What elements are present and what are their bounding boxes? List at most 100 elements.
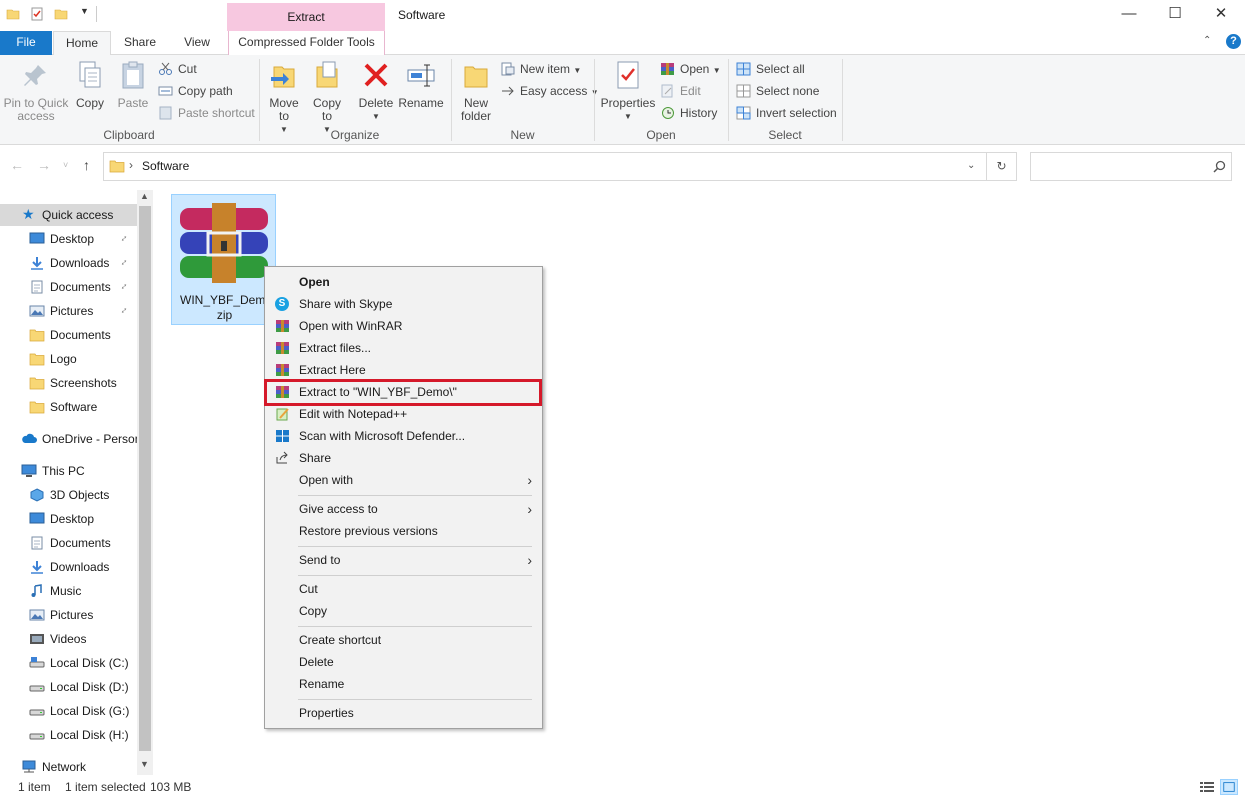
open-button[interactable]: Open ▼ xyxy=(660,59,721,79)
menu-delete[interactable]: Delete xyxy=(265,651,542,673)
nav-item-documents[interactable]: Documents xyxy=(0,324,138,346)
paste-button[interactable]: Paste xyxy=(114,59,152,110)
scroll-up-chevron-icon[interactable]: ▲ xyxy=(140,191,149,201)
nav-network[interactable]: Network xyxy=(0,756,138,775)
delete-button[interactable]: Delete ▼ xyxy=(356,59,396,123)
nav-scrollbar[interactable]: ▲ ▼ xyxy=(137,190,153,775)
nav-item-screenshots[interactable]: Screenshots xyxy=(0,372,138,394)
menu-copy[interactable]: Copy xyxy=(265,600,542,622)
copy-path-button[interactable]: Copy path xyxy=(158,81,233,101)
new-folder-icon[interactable] xyxy=(54,7,68,21)
nav-item-documents[interactable]: Documents ↕ xyxy=(0,276,138,298)
menu-extract-files[interactable]: Extract files... xyxy=(265,337,542,359)
nav-item-label: Logo xyxy=(50,352,77,366)
select-none-button[interactable]: Select none xyxy=(736,81,819,101)
copy-button[interactable]: Copy xyxy=(72,59,108,110)
history-button[interactable]: History xyxy=(660,103,717,123)
menu-share[interactable]: Share xyxy=(265,447,542,469)
collapse-ribbon-chevron-icon[interactable]: ⌃ xyxy=(1203,35,1211,46)
maximize-button[interactable]: ☐ xyxy=(1152,0,1198,30)
nav-item-downloads[interactable]: Downloads xyxy=(0,556,138,578)
pin-icon[interactable]: ↕ xyxy=(114,229,133,248)
contextual-tab-extract[interactable]: Extract xyxy=(227,3,385,31)
scroll-thumb[interactable] xyxy=(139,206,151,751)
menu-scan-with-defender[interactable]: Scan with Microsoft Defender... xyxy=(265,425,542,447)
invert-selection-button[interactable]: Invert selection xyxy=(736,103,837,123)
menu-extract-here[interactable]: Extract Here xyxy=(265,359,542,381)
help-icon[interactable]: ? xyxy=(1226,34,1241,49)
menu-restore-previous-versions[interactable]: Restore previous versions xyxy=(265,520,542,542)
nav-item-documents[interactable]: Documents xyxy=(0,532,138,554)
new-folder-button[interactable]: New folder xyxy=(456,59,496,123)
menu-send-to[interactable]: Send to › xyxy=(265,549,542,571)
nav-item-3d-objects[interactable]: 3D Objects xyxy=(0,484,138,506)
paste-shortcut-button[interactable]: Paste shortcut xyxy=(158,103,255,123)
file-item-win-ybf-demo-zip[interactable]: WIN_YBF_Demo. zip xyxy=(171,194,276,325)
tab-file[interactable]: File xyxy=(0,31,52,55)
nav-item-local-disk-c[interactable]: Local Disk (C:) xyxy=(0,652,138,674)
pin-icon[interactable]: ↕ xyxy=(114,301,133,320)
properties-button[interactable]: Properties ▼ xyxy=(600,59,656,123)
pin-icon[interactable]: ↕ xyxy=(114,253,133,272)
menu-edit-with-notepad[interactable]: Edit with Notepad++ xyxy=(265,403,542,425)
rename-button[interactable]: Rename xyxy=(398,59,444,110)
nav-item-downloads[interactable]: Downloads ↕ xyxy=(0,252,138,274)
nav-onedrive[interactable]: OneDrive - Person xyxy=(0,428,138,450)
cut-button[interactable]: Cut xyxy=(158,59,197,79)
nav-item-local-disk-g[interactable]: Local Disk (G:) xyxy=(0,700,138,722)
nav-quick-access[interactable]: ★ Quick access xyxy=(0,204,138,226)
copy-to-button[interactable]: Copy to ▼ xyxy=(308,59,346,136)
menu-cut[interactable]: Cut xyxy=(265,578,542,600)
menu-open[interactable]: Open xyxy=(265,271,542,293)
pin-to-quick-access-button[interactable]: Pin to Quick access xyxy=(2,59,70,123)
nav-item-desktop[interactable]: Desktop ↕ xyxy=(0,228,138,250)
properties-icon[interactable] xyxy=(30,7,44,21)
recent-locations-chevron-icon[interactable]: ˅ xyxy=(63,160,68,170)
edit-button[interactable]: Edit xyxy=(660,81,701,101)
new-item-button[interactable]: New item ▼ xyxy=(500,59,581,79)
menu-share-with-skype[interactable]: S Share with Skype xyxy=(265,293,542,315)
nav-item-local-disk-h[interactable]: Local Disk (H:) xyxy=(0,724,138,746)
nav-item-pictures[interactable]: Pictures xyxy=(0,604,138,626)
tab-home[interactable]: Home xyxy=(53,31,111,56)
minimize-button[interactable]: — xyxy=(1106,0,1152,30)
customize-qat-chevron-icon[interactable]: ▼ xyxy=(80,6,89,16)
address-dropdown-chevron-icon[interactable]: ⌄ xyxy=(967,160,975,171)
tab-view[interactable]: View xyxy=(170,31,224,55)
pin-icon[interactable]: ↕ xyxy=(114,277,133,296)
large-icons-view-icon[interactable] xyxy=(1220,779,1238,795)
menu-create-shortcut[interactable]: Create shortcut xyxy=(265,629,542,651)
close-button[interactable]: ✕ xyxy=(1198,0,1244,30)
nav-item-desktop[interactable]: Desktop xyxy=(0,508,138,530)
menu-rename[interactable]: Rename xyxy=(265,673,542,695)
nav-item-videos[interactable]: Videos xyxy=(0,628,138,650)
easy-access-button[interactable]: Easy access ▼ xyxy=(500,81,599,101)
tab-share[interactable]: Share xyxy=(112,31,168,55)
up-arrow-icon[interactable]: ↑ xyxy=(83,157,90,173)
nav-item-pictures[interactable]: Pictures ↕ xyxy=(0,300,138,322)
move-to-button[interactable]: Move to ▼ xyxy=(266,59,302,136)
menu-give-access-to[interactable]: Give access to › xyxy=(265,498,542,520)
details-view-icon[interactable] xyxy=(1199,780,1215,794)
search-input[interactable] xyxy=(1030,152,1232,181)
tab-compressed-folder-tools[interactable]: Compressed Folder Tools xyxy=(228,31,385,55)
nav-item-software[interactable]: Software xyxy=(0,396,138,418)
menu-open-with[interactable]: Open with › xyxy=(265,469,542,491)
refresh-button[interactable]: ↻ xyxy=(987,152,1017,181)
nav-item-label: Local Disk (C:) xyxy=(50,656,129,670)
address-bar[interactable]: › Software ⌄ xyxy=(103,152,987,181)
select-all-button[interactable]: Select all xyxy=(736,59,805,79)
nav-item-logo[interactable]: Logo xyxy=(0,348,138,370)
breadcrumb-software[interactable]: Software xyxy=(142,159,189,173)
nav-item-local-disk-d[interactable]: Local Disk (D:) xyxy=(0,676,138,698)
nav-item-label: Documents xyxy=(50,280,111,294)
properties-label: Properties xyxy=(600,96,656,110)
menu-properties[interactable]: Properties xyxy=(265,702,542,724)
forward-arrow-icon[interactable]: → xyxy=(37,157,51,173)
nav-item-music[interactable]: Music xyxy=(0,580,138,602)
copy-path-label: Copy path xyxy=(178,84,233,98)
back-arrow-icon[interactable]: ← xyxy=(10,157,24,173)
nav-this-pc[interactable]: This PC xyxy=(0,460,138,482)
menu-open-with-winrar[interactable]: Open with WinRAR xyxy=(265,315,542,337)
scroll-down-chevron-icon[interactable]: ▼ xyxy=(140,759,149,769)
